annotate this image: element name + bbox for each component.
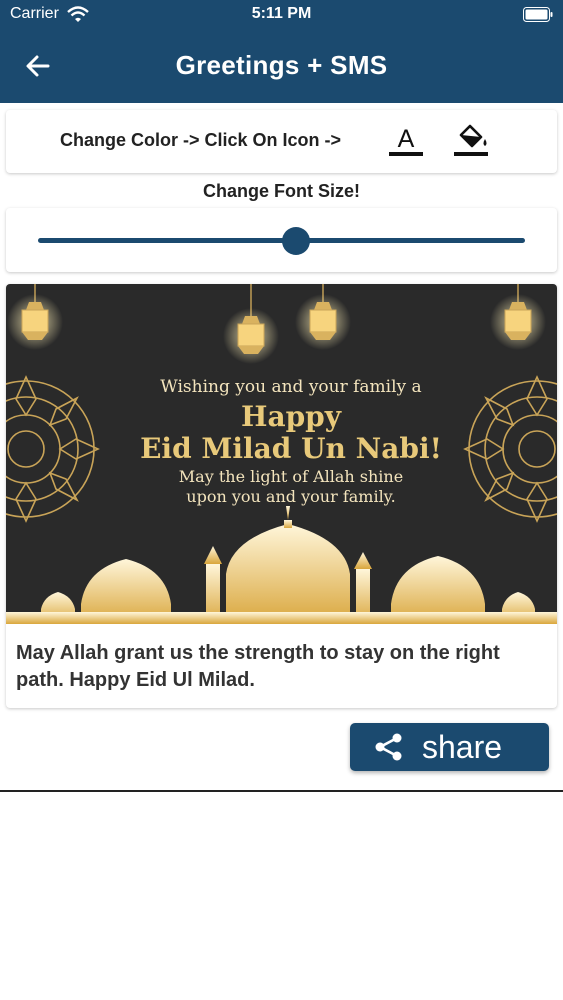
greeting-line-4: May the light of Allah shine bbox=[179, 467, 403, 486]
greeting-card: Wishing you and your family a Happy Eid … bbox=[6, 284, 557, 708]
font-color-icon[interactable]: A bbox=[388, 124, 424, 158]
battery-icon bbox=[523, 7, 553, 22]
share-button-label: share bbox=[422, 729, 503, 765]
font-size-label: Change Font Size! bbox=[203, 181, 360, 201]
share-button[interactable]: share bbox=[350, 723, 549, 771]
greeting-line-2: Happy bbox=[241, 400, 342, 433]
share-icon bbox=[375, 733, 402, 761]
greeting-image: Wishing you and your family a Happy Eid … bbox=[6, 284, 557, 624]
font-size-slider-thumb[interactable] bbox=[282, 227, 311, 255]
greeting-line-5: upon you and your family. bbox=[186, 487, 395, 506]
greeting-message: May Allah grant us the strength to stay … bbox=[16, 642, 500, 691]
font-color-letter: A bbox=[398, 125, 415, 153]
status-bar: Carrier 5:11 PM bbox=[0, 0, 563, 30]
fill-color-icon[interactable] bbox=[452, 124, 490, 158]
greeting-line-1: Wishing you and your family a bbox=[160, 377, 421, 397]
greeting-line-3: Eid Milad Un Nabi! bbox=[140, 432, 442, 465]
status-time: 5:11 PM bbox=[251, 5, 312, 22]
bottom-divider bbox=[0, 790, 563, 792]
page-title: Greetings + SMS bbox=[175, 50, 388, 80]
change-color-label: Change Color -> Click On Icon -> bbox=[60, 130, 342, 150]
app-bar: Carrier 5:11 PM Greetings + SMS bbox=[0, 0, 563, 103]
